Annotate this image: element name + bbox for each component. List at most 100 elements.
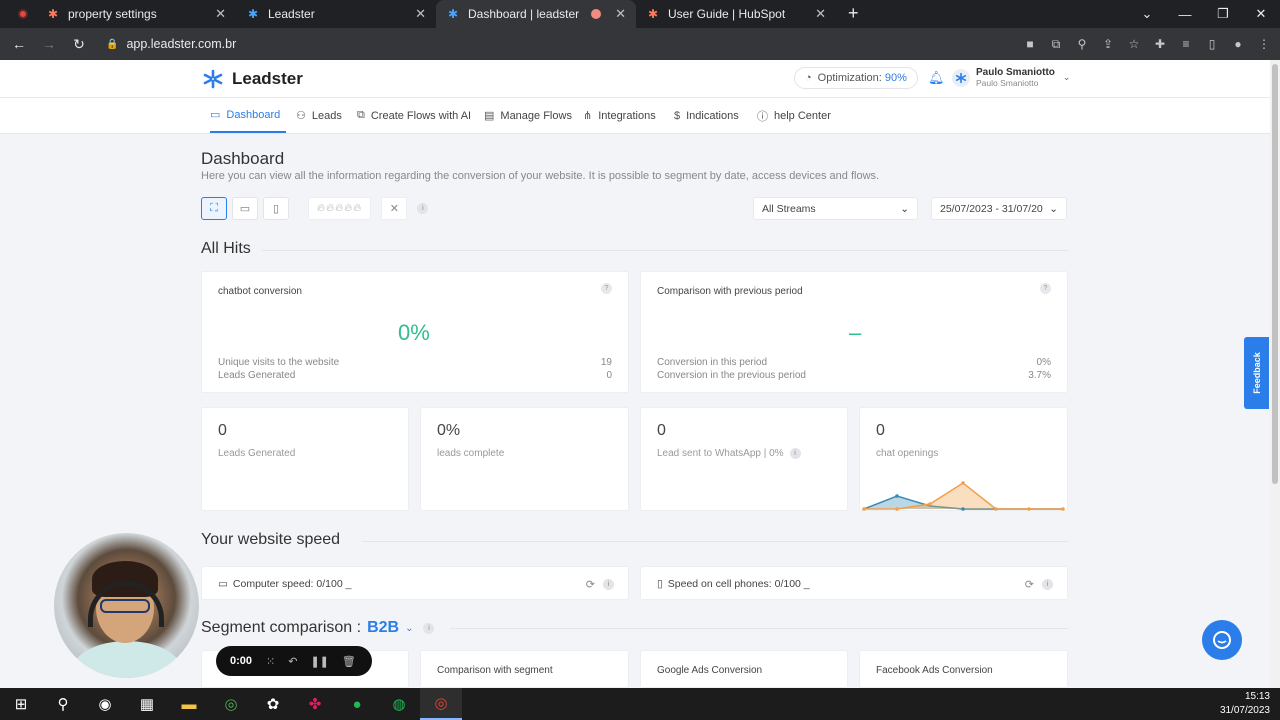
nav-item-integrations[interactable]: ⋔ Integrations [583, 98, 656, 133]
lead-temperature-filter[interactable]: 🔥︎🔥︎🔥︎🔥︎🔥︎ [308, 197, 372, 220]
audio-app-icon[interactable]: ◍ [378, 688, 420, 720]
stat-label: chat openings [876, 448, 939, 459]
nav-item-manage-flows[interactable]: ▤ Manage Flows [484, 98, 572, 133]
url-text: app.leadster.com.br [126, 37, 237, 51]
stat-value: 0 [606, 370, 612, 381]
refresh-icon[interactable]: ⟳ [586, 578, 595, 591]
optimization-value: 90% [884, 72, 907, 84]
scrollbar-thumb[interactable] [1272, 64, 1278, 484]
info-icon[interactable]: i [417, 203, 429, 214]
expand-icon: ⛶ [210, 202, 218, 214]
chevron-down-icon: ⌄ [1062, 72, 1071, 82]
nav-item-label: Integrations [598, 109, 656, 122]
info-icon[interactable]: i [1042, 579, 1053, 590]
steam-icon[interactable]: ◉ [84, 688, 126, 720]
spotify-icon[interactable]: ● [336, 688, 378, 720]
search-icon[interactable]: ⚲ [42, 688, 84, 720]
all-devices-button[interactable]: ⛶ [201, 197, 227, 220]
zoom-icon[interactable]: ⚲ [1074, 37, 1090, 52]
windows-start-icon[interactable]: ⊞ [0, 688, 42, 720]
browser-tab[interactable]: ✱ property settings ✕ [36, 0, 236, 28]
chevron-down-icon: ⌄ [1049, 202, 1058, 215]
nav-item-dashboard[interactable]: ▭ Dashboard [210, 98, 286, 133]
nav-item-indications[interactable]: $ Indications [674, 98, 739, 133]
browser-tab[interactable]: ✱ Leadster ✕ [236, 0, 436, 28]
chat-openings-card: 0 chat openings [859, 407, 1068, 511]
forward-icon[interactable]: → [36, 36, 62, 52]
clear-filter-button[interactable]: ✕ [381, 197, 408, 220]
extensions-icon[interactable]: ✚ [1152, 37, 1168, 52]
leads-complete-card: 0% leads complete [420, 407, 629, 511]
info-icon[interactable]: i [603, 579, 614, 590]
url-field[interactable]: 🔒 app.leadster.com.br [106, 37, 236, 51]
facebook-ads-card: Facebook Ads Conversion [859, 650, 1068, 688]
side-panel-icon[interactable]: ▯ [1204, 37, 1220, 52]
leadster-avatar-icon [955, 72, 967, 83]
flow-ai-icon: ⧉ [357, 109, 365, 121]
close-tab-icon[interactable]: ✕ [215, 6, 226, 22]
back-icon[interactable]: ← [6, 36, 32, 52]
bookmark-star-icon[interactable]: ☆ [1126, 37, 1142, 52]
camera-icon[interactable]: ■ [1022, 37, 1038, 52]
chrome-icon[interactable]: ◎ [210, 688, 252, 720]
main-nav: ▭ Dashboard ⚇ Leads ⧉ Create Flows with … [0, 98, 1270, 134]
feedback-tab[interactable]: Feedback [1244, 337, 1269, 409]
close-tab-icon[interactable]: ✕ [415, 6, 426, 22]
help-icon[interactable]: ? [1040, 283, 1051, 294]
tab-title: property settings [68, 7, 157, 21]
refresh-icon[interactable]: ⟳ [1025, 578, 1034, 591]
tab-search-icon[interactable]: ⌄ [1128, 0, 1166, 28]
undo-icon[interactable]: ↶ [288, 655, 297, 668]
optimization-badge[interactable]: ◔ Optimization: 90% [794, 67, 918, 89]
share-icon[interactable]: ⇪ [1100, 37, 1116, 52]
close-tab-icon[interactable]: ✕ [615, 6, 626, 22]
system-clock[interactable]: 15:13 31/07/2023 [1220, 690, 1270, 718]
close-tab-icon[interactable]: ✕ [815, 6, 826, 22]
minimize-icon[interactable]: — [1166, 0, 1204, 28]
nav-item-help-center[interactable]: ⓘ help Center [757, 98, 831, 133]
chevron-down-icon[interactable]: ⌄ [405, 623, 413, 634]
grid-icon[interactable]: ⁙ [266, 655, 275, 668]
leadster-logo[interactable]: Leadster [202, 68, 303, 90]
tab-title: User Guide | HubSpot [668, 7, 786, 21]
stream-select[interactable]: All Streams ⌄ [753, 197, 918, 220]
browser-tab-active[interactable]: ✱ Dashboard | leadster ✕ [436, 0, 636, 28]
maximize-icon[interactable]: ❐ [1204, 0, 1242, 28]
leadster-icon: ✱ [247, 7, 259, 21]
delete-icon[interactable]: 🗑︎ [342, 655, 356, 668]
page-description: Here you can view all the information re… [201, 170, 880, 182]
profile-avatar-icon[interactable]: ● [1230, 37, 1246, 52]
translate-icon[interactable]: ⧉ [1048, 37, 1064, 52]
segment-select[interactable]: B2B [367, 619, 399, 637]
user-menu[interactable]: Paulo Smaniotto Paulo Smaniotto ⌄ [952, 67, 1070, 88]
notification-bell-icon[interactable]: 🔔︎ [928, 70, 945, 86]
date-range-picker[interactable]: 25/07/2023 - 31/07/20 ⌄ [931, 197, 1067, 220]
file-explorer-icon[interactable]: ▬ [168, 688, 210, 720]
leadster-logo-icon [203, 69, 223, 89]
mobile-icon: ▯ [272, 203, 280, 215]
mobile-filter-button[interactable]: ▯ [263, 197, 289, 220]
info-icon[interactable]: i [423, 622, 435, 634]
speed-label-row: ▭ Computer speed: 0/100 _ [218, 578, 351, 590]
computer-speed-card: ▭ Computer speed: 0/100 _ ⟳ i [201, 566, 629, 600]
desktop-filter-button[interactable]: ▭ [232, 197, 258, 220]
chrome-active-icon[interactable]: ◎ [420, 688, 462, 720]
calculator-icon[interactable]: ▦ [126, 688, 168, 720]
page-scrollbar[interactable] [1270, 60, 1280, 688]
close-window-icon[interactable]: ✕ [1242, 0, 1280, 28]
info-icon[interactable]: i [789, 448, 801, 459]
pause-icon[interactable]: ❚❚ [310, 655, 328, 668]
chat-launcher-button[interactable] [1202, 620, 1242, 660]
reading-list-icon[interactable]: ≡ [1178, 37, 1194, 52]
app-icon[interactable]: ✿ [252, 688, 294, 720]
browser-tab[interactable]: ✱ User Guide | HubSpot ✕ [636, 0, 836, 28]
reload-icon[interactable]: ↻ [66, 36, 92, 53]
hubspot-icon: ✱ [47, 7, 59, 21]
help-icon[interactable]: ? [601, 283, 612, 294]
site-info-icon[interactable]: 🔒 [106, 39, 118, 50]
slack-icon[interactable]: ✤ [294, 688, 336, 720]
browser-menu-icon[interactable]: ⋮ [1256, 37, 1272, 52]
new-tab-icon[interactable]: + [848, 3, 859, 24]
nav-item-create-flows[interactable]: ⧉ Create Flows with AI [357, 98, 471, 133]
nav-item-leads[interactable]: ⚇ Leads [296, 98, 342, 133]
